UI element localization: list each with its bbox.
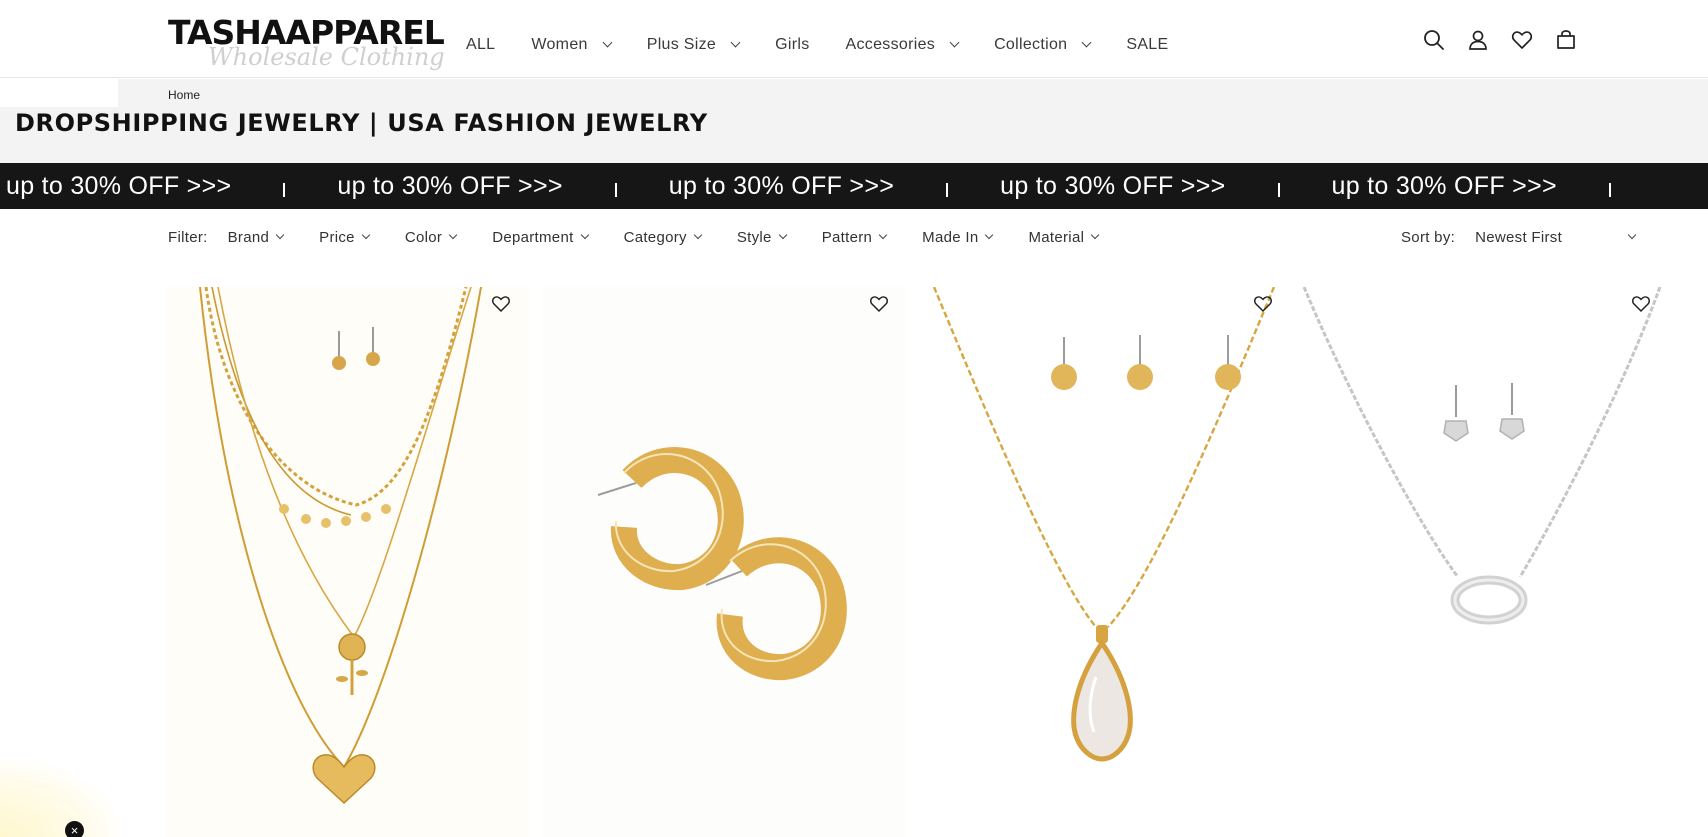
filter-material[interactable]: Material [1028, 228, 1100, 246]
sort-select[interactable]: Newest First [1475, 228, 1637, 246]
nav-label: Plus Size [646, 36, 717, 53]
promo-text: up to 30% OFF >>> [1000, 171, 1226, 200]
filter-name: Material [1028, 228, 1085, 246]
promo-banner[interactable]: up to 30% OFF >>> up to 30% OFF >>> up to … [0, 163, 1708, 209]
filter-department[interactable]: Department [492, 228, 589, 246]
filter-name: Brand [227, 228, 270, 246]
promo-item[interactable]: up to 30% OFF >>> [337, 172, 668, 201]
chevron-down-icon [693, 230, 703, 240]
filter-name: Style [736, 228, 772, 246]
site-header: TASHAAPPAREL Wholesale Clothing ALL Wome… [0, 0, 1708, 78]
product-grid [166, 287, 1664, 837]
filter-price[interactable]: Price [319, 228, 371, 246]
page-title: DROPSHIPPING JEWELRY | USA FASHION JEWEL… [15, 109, 708, 137]
nav-label: Accessories [845, 36, 936, 53]
nav-item-accessories[interactable]: Accessories [845, 36, 960, 54]
heart-outline-icon[interactable] [490, 293, 512, 315]
header-spacer [0, 79, 118, 107]
product-image[interactable] [1300, 287, 1664, 837]
chevron-down-icon [949, 37, 960, 48]
product-card[interactable] [924, 287, 1288, 837]
sort-label: Sort by: [1401, 228, 1456, 246]
filter-name: Made In [922, 228, 979, 246]
product-card[interactable] [542, 287, 906, 837]
filter-name: Pattern [821, 228, 873, 246]
filter-color[interactable]: Color [404, 228, 458, 246]
filter-pattern[interactable]: Pattern [821, 228, 888, 246]
promo-item[interactable]: up to 30% OFF >>> [669, 172, 1000, 201]
chevron-down-icon [878, 230, 888, 240]
filter-style[interactable]: Style [736, 228, 787, 246]
chevron-down-icon [275, 230, 285, 240]
nav-item-sale[interactable]: SALE [1126, 36, 1168, 54]
heart-outline-icon[interactable] [1252, 293, 1274, 315]
filter-name: Department [492, 228, 574, 246]
promo-text: up to 30% OFF >>> [668, 171, 895, 200]
nav-item-plus-size[interactable]: Plus Size [646, 36, 741, 54]
product-image[interactable] [166, 287, 530, 837]
promo-track: up to 30% OFF >>> up to 30% OFF >>> up to … [6, 163, 1663, 209]
promo-text: up to 30% OFF >>> [1331, 171, 1557, 200]
filter-name: Price [319, 228, 355, 246]
heart-outline-icon[interactable] [868, 293, 890, 315]
chevron-down-icon [730, 37, 741, 48]
nav-label: Girls [775, 36, 810, 53]
chevron-down-icon [1081, 37, 1092, 48]
account-icon[interactable] [1466, 28, 1490, 52]
chevron-down-icon [778, 230, 787, 240]
chevron-down-icon [1627, 230, 1637, 240]
breadcrumb-home[interactable]: Home [168, 88, 200, 102]
promo-text: up to 30% OFF >>> [337, 171, 563, 200]
nav-item-girls[interactable]: Girls [775, 36, 809, 54]
product-image[interactable] [542, 287, 906, 837]
brand-tagline: Wholesale Clothing [208, 43, 445, 71]
nav-item-collection[interactable]: Collection [994, 36, 1092, 54]
sort-control: Sort by: Newest First [1401, 225, 1637, 249]
promo-divider [283, 183, 286, 197]
collection-header: Home DROPSHIPPING JEWELRY | USA FASHION … [0, 79, 1708, 163]
nav-item-women[interactable]: Women [531, 36, 613, 54]
filter-label: Filter: [168, 228, 208, 246]
promo-divider [1277, 183, 1280, 197]
nav-item-all[interactable]: ALL [466, 36, 495, 54]
popup-teaser[interactable] [0, 760, 120, 837]
search-icon[interactable] [1422, 28, 1446, 52]
nav-label: SALE [1126, 36, 1169, 53]
promo-divider [1608, 183, 1611, 197]
promo-divider [946, 183, 949, 197]
header-icons [1422, 28, 1578, 52]
promo-item[interactable]: up to 30% OFF >>> [1332, 172, 1663, 201]
brand-logo[interactable]: TASHAAPPAREL Wholesale Clothing [168, 14, 445, 72]
chevron-down-icon [985, 230, 994, 240]
chevron-down-icon [1090, 230, 1100, 240]
filter-name: Category [623, 228, 687, 246]
filter-name: Color [404, 228, 443, 246]
nav-label: Women [531, 36, 588, 53]
product-card[interactable] [1300, 287, 1664, 837]
promo-item[interactable]: up to 30% OFF >>> [1000, 172, 1331, 201]
promo-text: up to 30% OFF >>> [6, 171, 232, 200]
chevron-down-icon [580, 230, 589, 240]
promo-divider [614, 183, 617, 197]
heart-outline-icon[interactable] [1630, 293, 1652, 315]
chevron-down-icon [602, 37, 613, 48]
close-icon[interactable]: × [65, 821, 84, 837]
cart-icon[interactable] [1554, 28, 1578, 52]
nav-label: Collection [994, 36, 1068, 53]
filter-brand[interactable]: Brand [227, 228, 285, 246]
sort-selected-value: Newest First [1475, 228, 1563, 246]
chevron-down-icon [448, 230, 458, 240]
filter-category[interactable]: Category [623, 228, 703, 246]
chevron-down-icon [361, 230, 371, 240]
filter-bar: Filter: Brand Price Color Department Cat… [168, 225, 1134, 249]
nav-label: ALL [466, 36, 496, 53]
promo-item[interactable]: up to 30% OFF >>> [6, 172, 337, 201]
main-nav: ALL Women Plus Size Girls Accessories Co… [466, 33, 1204, 57]
filter-made-in[interactable]: Made In [922, 228, 994, 246]
product-card[interactable] [166, 287, 530, 837]
wishlist-icon[interactable] [1510, 28, 1534, 52]
product-image[interactable] [924, 287, 1288, 837]
